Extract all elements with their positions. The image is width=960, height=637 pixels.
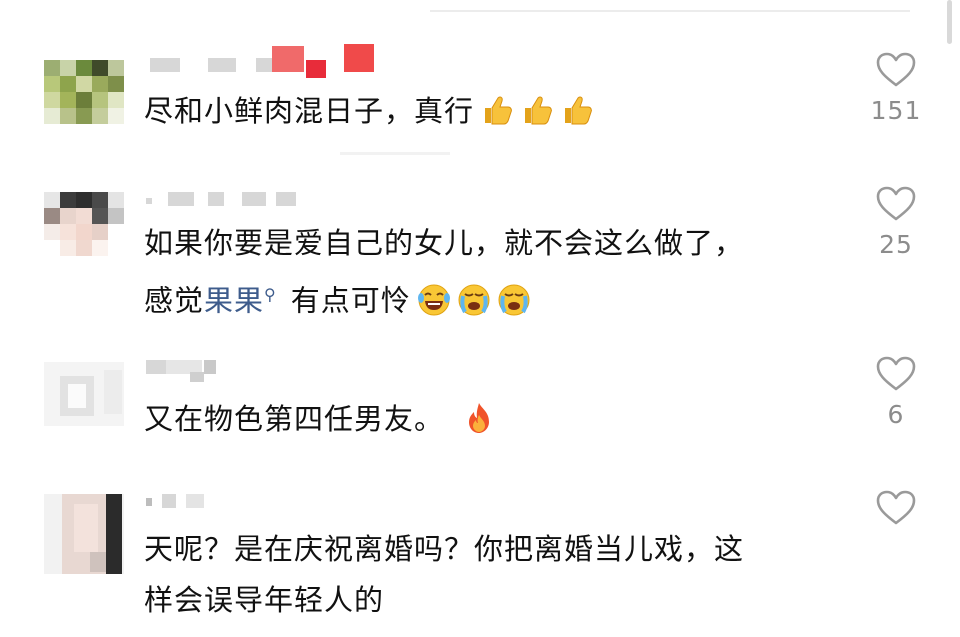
heart-icon <box>876 52 916 88</box>
top-divider <box>430 10 910 12</box>
avatar[interactable] <box>44 60 126 142</box>
thumbs-up-icon <box>560 93 594 127</box>
comment-text-suffix: 有点可怜 <box>290 283 411 318</box>
like-count: 6 <box>887 400 905 429</box>
like-button[interactable] <box>860 490 932 526</box>
comment-text: 尽和小鲜肉混日子，真行 <box>144 86 834 137</box>
search-link[interactable]: 果果 <box>204 284 264 318</box>
like-count: 151 <box>870 96 922 125</box>
scrollbar[interactable] <box>947 0 952 44</box>
heart-icon <box>876 356 916 392</box>
comment-text-line: 感觉果果⚲ 有点可怜 <box>144 269 834 327</box>
like-button[interactable]: 25 <box>860 186 932 259</box>
fire-icon <box>462 401 496 435</box>
thumbs-up-icon <box>520 93 554 127</box>
avatar[interactable] <box>44 192 126 274</box>
comment-text-line: 样会误导年轻人的 <box>144 583 385 617</box>
crying-face-icon <box>497 283 531 317</box>
heart-icon <box>876 186 916 222</box>
comment-text-content: 又在物色第四任男友。 <box>144 402 445 436</box>
like-button[interactable]: 6 <box>860 356 932 429</box>
comment-text: 又在物色第四任男友。 <box>144 394 834 445</box>
like-button[interactable]: 151 <box>860 52 932 125</box>
comment-divider <box>340 152 450 155</box>
like-count: 25 <box>879 230 913 259</box>
heart-icon <box>876 490 916 526</box>
comment-text-line: 如果你要是爱自己的女儿，就不会这么做了， <box>144 226 745 260</box>
comment-text-line: 天呢？是在庆祝离婚吗？你把离婚当儿戏，这 <box>144 532 745 566</box>
comment-text: 天呢？是在庆祝离婚吗？你把离婚当儿戏，这 样会误导年轻人的 <box>144 524 834 626</box>
avatar[interactable] <box>44 362 126 444</box>
comment-text: 如果你要是爱自己的女儿，就不会这么做了， 感觉果果⚲ 有点可怜 <box>144 218 834 327</box>
laughing-crying-face-icon <box>417 283 451 317</box>
avatar[interactable] <box>44 494 126 576</box>
thumbs-up-icon <box>480 93 514 127</box>
comment-text-content: 尽和小鲜肉混日子，真行 <box>144 94 475 128</box>
comment-text-prefix: 感觉 <box>144 283 205 318</box>
search-icon[interactable]: ⚲ <box>264 285 277 304</box>
crying-face-icon <box>457 283 491 317</box>
